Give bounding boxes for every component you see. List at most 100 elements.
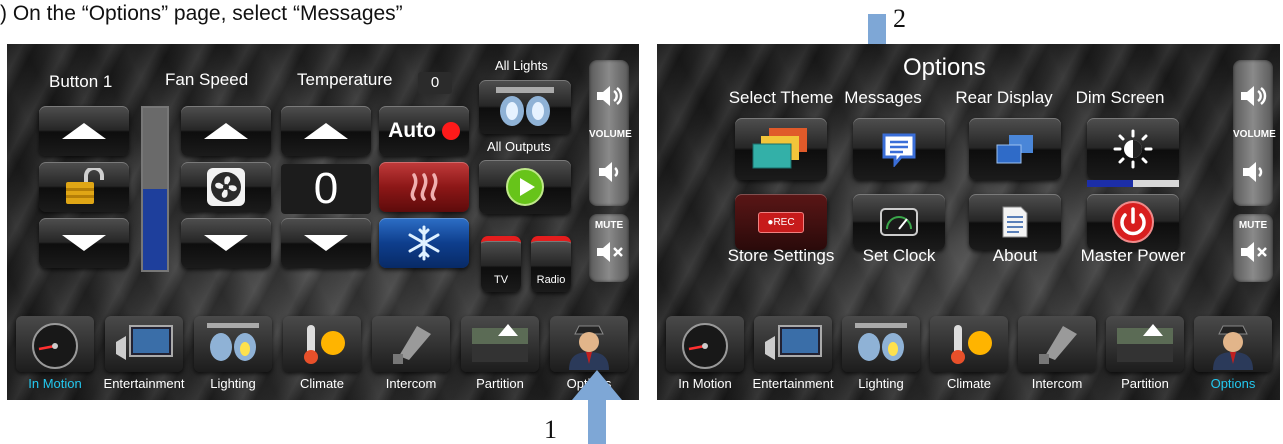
fan-icon xyxy=(207,168,245,206)
select-theme-button[interactable] xyxy=(735,118,827,180)
button1-down-button[interactable] xyxy=(39,218,129,268)
level-bar[interactable] xyxy=(141,106,169,272)
radio-button[interactable]: Radio xyxy=(531,236,571,292)
chauffeur-icon xyxy=(569,325,609,370)
volume-up-icon[interactable] xyxy=(1239,84,1269,108)
options-title: Options xyxy=(903,54,986,81)
tv-button[interactable]: TV xyxy=(481,236,521,292)
tab-in-motion[interactable] xyxy=(16,316,94,372)
arrow-down-icon xyxy=(204,235,248,251)
about-button[interactable] xyxy=(969,194,1061,250)
play-icon xyxy=(506,168,544,206)
tab-entertainment[interactable] xyxy=(754,316,832,372)
auto-button[interactable]: Auto xyxy=(379,106,469,156)
tab-partition[interactable] xyxy=(1106,316,1184,372)
set-clock-button[interactable] xyxy=(853,194,945,250)
tab-label-in-motion: In Motion xyxy=(28,376,82,391)
all-lights-label: All Lights xyxy=(495,58,548,73)
snowflake-icon xyxy=(408,225,440,261)
dim-level-fill xyxy=(1087,180,1133,187)
tab-label-lighting: Lighting xyxy=(858,376,904,391)
temp-down-button[interactable] xyxy=(281,218,371,268)
all-lights-button[interactable] xyxy=(479,80,571,134)
tab-label-climate: Climate xyxy=(946,376,992,391)
heat-icon xyxy=(410,173,438,201)
option-label-dim-screen: Dim Screen xyxy=(1075,88,1165,107)
fan-toggle-button[interactable] xyxy=(181,162,271,212)
tab-label-partition: Partition xyxy=(476,376,524,391)
temperature-label: Temperature xyxy=(297,70,393,89)
mute-icon[interactable] xyxy=(595,240,625,264)
volume-up-icon[interactable] xyxy=(595,84,625,108)
fan-speed-label: Fan Speed xyxy=(165,70,249,89)
tab-options[interactable] xyxy=(1194,316,1272,372)
spotlights-icon xyxy=(855,323,907,361)
dim-level-bar[interactable] xyxy=(1087,180,1179,187)
button1-up-button[interactable] xyxy=(39,106,129,156)
mute-label: MUTE xyxy=(1238,220,1268,231)
brightness-icon xyxy=(1113,129,1153,169)
arrow-up-icon xyxy=(304,123,348,139)
microphone-icon xyxy=(1039,326,1077,364)
tab-intercom[interactable] xyxy=(1018,316,1096,372)
tab-climate[interactable] xyxy=(930,316,1008,372)
volume-label: VOLUME xyxy=(1233,129,1276,140)
fan-down-button[interactable] xyxy=(181,218,271,268)
volume-down-icon[interactable] xyxy=(597,160,621,184)
chauffeur-icon xyxy=(1213,325,1253,370)
monitor-speaker-icon xyxy=(116,325,173,360)
microphone-icon xyxy=(393,326,431,364)
tab-options[interactable] xyxy=(550,316,628,372)
arrow-up-icon xyxy=(62,123,106,139)
thermometer-sun-icon xyxy=(951,325,992,364)
tab-label-lighting: Lighting xyxy=(210,376,256,391)
clock-gauge-icon xyxy=(880,208,918,236)
mute-icon[interactable] xyxy=(1239,240,1269,264)
messages-button[interactable] xyxy=(853,118,945,180)
speedometer-icon xyxy=(32,323,78,369)
tab-climate[interactable] xyxy=(283,316,361,372)
button1-label: Button 1 xyxy=(49,72,113,91)
power-icon xyxy=(1112,201,1154,243)
store-settings-button[interactable]: ●REC xyxy=(735,194,827,250)
spotlights-icon xyxy=(496,87,554,126)
tab-label-entertainment: Entertainment xyxy=(103,376,185,391)
option-label-messages: Messages xyxy=(844,88,922,107)
rec-icon: ●REC xyxy=(758,211,804,233)
volume-label: VOLUME xyxy=(589,129,632,140)
tab-lighting[interactable] xyxy=(194,316,272,372)
master-power-button[interactable] xyxy=(1087,194,1179,250)
heat-button[interactable] xyxy=(379,162,469,212)
option-label-master-power: Master Power xyxy=(1080,246,1186,265)
arrow-up-indicator xyxy=(572,370,622,444)
document-icon xyxy=(1002,206,1028,238)
auto-label: Auto xyxy=(388,119,436,142)
arrow-down-icon xyxy=(62,235,106,251)
step-2-label: 2 xyxy=(893,4,906,33)
all-outputs-button[interactable] xyxy=(479,160,571,214)
partition-icon xyxy=(472,324,528,362)
radio-label: Radio xyxy=(536,274,566,286)
speedometer-icon xyxy=(682,323,728,369)
tv-label: TV xyxy=(493,274,509,286)
tab-partition[interactable] xyxy=(461,316,539,372)
fan-up-button[interactable] xyxy=(181,106,271,156)
arrow-up-icon xyxy=(204,123,248,139)
tab-lighting[interactable] xyxy=(842,316,920,372)
tab-in-motion[interactable] xyxy=(666,316,744,372)
cool-button[interactable] xyxy=(379,218,469,268)
status-dot-icon xyxy=(441,122,460,140)
temp-offset-value: 0 xyxy=(418,72,452,94)
mute-label: MUTE xyxy=(594,220,624,231)
temp-up-button[interactable] xyxy=(281,106,371,156)
tab-intercom[interactable] xyxy=(372,316,450,372)
rear-display-button[interactable] xyxy=(969,118,1061,180)
volume-down-icon[interactable] xyxy=(1241,160,1265,184)
temperature-display: 0 xyxy=(281,164,371,214)
button1-lock-button[interactable] xyxy=(39,162,129,212)
tab-entertainment[interactable] xyxy=(105,316,183,372)
dim-screen-button[interactable] xyxy=(1087,118,1179,180)
climate-screen: Button 1 Fan Speed Temperature 0 All Lig… xyxy=(7,44,639,400)
thermometer-sun-icon xyxy=(304,325,345,364)
partition-icon xyxy=(1117,324,1173,362)
